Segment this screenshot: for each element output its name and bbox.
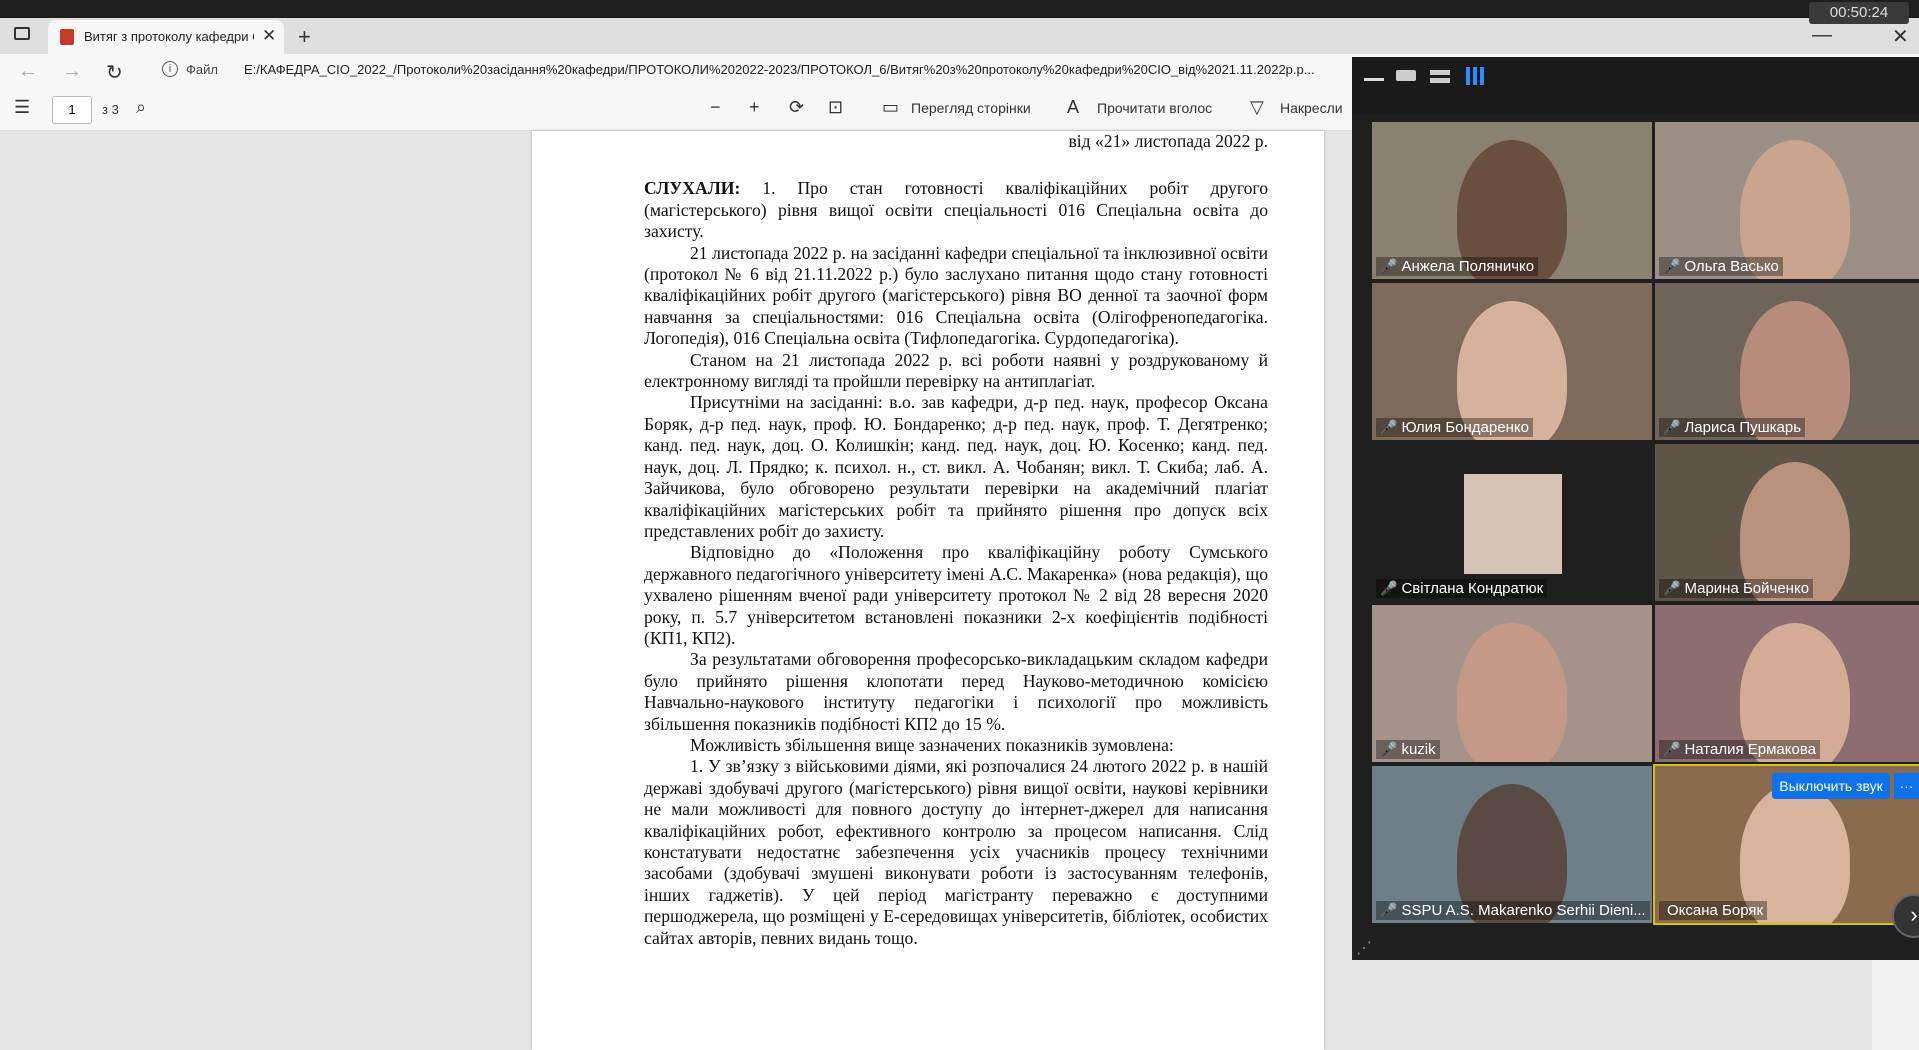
resize-grip-icon[interactable]: ⋰: [1356, 938, 1372, 958]
document-text: від «21» листопада 2022 р. СЛУХАЛИ: 1. П…: [644, 131, 1268, 949]
draw-button[interactable]: Накресли: [1280, 100, 1343, 116]
forward-icon[interactable]: →: [62, 60, 82, 83]
muted-mic-icon: 🎤: [1663, 580, 1681, 596]
participant-name-label: Юлия Бондаренко: [1401, 419, 1529, 436]
participant-tile[interactable]: 🎤 SSPU A.S. Makarenko Serhii Dieni...: [1372, 766, 1652, 923]
read-aloud-icon[interactable]: A: [1067, 97, 1079, 118]
muted-mic-icon: 🎤: [1380, 419, 1398, 435]
rotate-icon[interactable]: ⟳: [789, 97, 804, 118]
participant-name: 🎤 kuzik: [1376, 740, 1440, 759]
minimize-icon[interactable]: —: [1812, 24, 1832, 47]
paragraph: 1. У зв’язку з військовими діями, які ро…: [644, 756, 1268, 948]
muted-mic-icon: 🎤: [1380, 258, 1398, 274]
heard-label: СЛУХАЛИ:: [644, 178, 741, 199]
close-tab-icon[interactable]: ✕: [262, 26, 276, 46]
participant-name: 🎤 Марина Бойченко: [1659, 579, 1814, 598]
participant-name: 🎤 SSPU A.S. Makarenko Serhii Dieni...: [1376, 901, 1650, 920]
participant-tile[interactable]: 🎤 Ольга Васько: [1655, 122, 1919, 279]
new-tab-icon[interactable]: +: [298, 24, 311, 50]
gallery-toolbar: [1352, 57, 1919, 115]
muted-mic-icon: 🎤: [1663, 419, 1681, 435]
paragraph: За результатами обговорення професорсько…: [644, 649, 1268, 734]
search-icon[interactable]: ⌕: [136, 97, 146, 118]
paragraph-heard: СЛУХАЛИ: 1. Про стан готовності кваліфік…: [644, 178, 1268, 242]
page-number-input[interactable]: 1: [52, 96, 92, 124]
participant-tile[interactable]: 🎤 Марина Бойченко: [1655, 444, 1919, 601]
paragraph: Можливість збільшення вище зазначених по…: [690, 734, 1174, 755]
info-icon[interactable]: i: [162, 61, 178, 77]
zoom-out-icon[interactable]: −: [710, 97, 721, 118]
muted-mic-icon: 🎤: [1663, 741, 1681, 757]
reload-icon[interactable]: ↻: [106, 60, 123, 85]
contents-icon[interactable]: ☰: [14, 97, 30, 118]
participant-tile[interactable]: 🎤 kuzik: [1372, 605, 1652, 762]
paragraph: Присутніми на засіданні: в.о. зав кафедр…: [644, 392, 1268, 541]
participant-name: 🎤 Наталия Ермакова: [1659, 740, 1820, 759]
participant-name: 🎤 Світлана Кондратюк: [1376, 579, 1548, 598]
minimize-view-icon[interactable]: [1364, 78, 1384, 81]
participant-name-label: Наталия Ермакова: [1684, 741, 1816, 758]
top-strip: [0, 0, 1919, 18]
speaker-view-icon[interactable]: [1396, 70, 1416, 81]
tab-title: Витяг з протоколу кафедри СІО: [84, 29, 254, 44]
participant-tile[interactable]: 🎤 Юлия Бондаренко: [1372, 283, 1652, 440]
participant-name-label: Марина Бойченко: [1684, 580, 1810, 597]
participant-tile[interactable]: 🎤 Анжела Поляничко: [1372, 122, 1652, 279]
participant-name-label: Анжела Поляничко: [1401, 258, 1535, 275]
page-view-button[interactable]: Перегляд сторінки: [911, 100, 1031, 116]
muted-mic-icon: 🎤: [1380, 741, 1398, 757]
strip-view-icon[interactable]: [1430, 70, 1450, 83]
participant-name-label: Ольга Васько: [1684, 258, 1779, 275]
address-bar[interactable]: E:/КАФЕДРА_СІО_2022_/Протоколи%20засідан…: [244, 62, 1354, 77]
participant-video: [1464, 474, 1562, 574]
tab-active[interactable]: Витяг з протоколу кафедри СІО ✕: [48, 20, 284, 54]
paragraph: Станом на 21 листопада 2022 р. всі робот…: [644, 349, 1268, 392]
back-icon[interactable]: ←: [18, 60, 38, 83]
participant-name: Оксана Боряк: [1659, 901, 1768, 920]
gallery-view-icon[interactable]: [1466, 67, 1484, 85]
paragraph: Відповідно до «Положення про кваліфікаці…: [644, 542, 1268, 648]
participant-name-label: Оксана Боряк: [1667, 902, 1764, 919]
tab-bar: [0, 18, 1919, 54]
participant-tile[interactable]: 🎤 Лариса Пушкарь: [1655, 283, 1919, 440]
recording-timer: 00:50:24: [1809, 2, 1909, 24]
paragraph: 21 листопада 2022 р. на засіданні кафедр…: [644, 242, 1268, 349]
more-options-button[interactable]: ···: [1894, 773, 1919, 799]
tab-actions-icon[interactable]: [14, 27, 30, 40]
page-view-icon[interactable]: ▭: [882, 97, 899, 118]
muted-mic-icon: 🎤: [1380, 902, 1398, 918]
participant-name: 🎤 Ольга Васько: [1659, 257, 1783, 276]
participant-name-label: kuzik: [1401, 741, 1436, 758]
participant-name: 🎤 Лариса Пушкарь: [1659, 418, 1806, 437]
participant-name-label: Світлана Кондратюк: [1401, 580, 1544, 597]
participant-video: [1457, 623, 1567, 762]
participant-name: 🎤 Юлия Бондаренко: [1376, 418, 1533, 437]
zoom-in-icon[interactable]: +: [749, 97, 760, 118]
participant-name-label: SSPU A.S. Makarenko Serhii Dieni...: [1401, 902, 1646, 919]
muted-mic-icon: 🎤: [1380, 580, 1398, 596]
close-window-icon[interactable]: ✕: [1892, 24, 1909, 49]
muted-mic-icon: 🎤: [1663, 258, 1681, 274]
page-total: з 3: [102, 102, 119, 117]
draw-icon[interactable]: ▽: [1250, 97, 1264, 118]
date-line: від «21» листопада 2022 р.: [1068, 131, 1268, 151]
pdf-icon: [60, 29, 74, 45]
participant-tile[interactable]: 🎤 Світлана Кондратюк: [1372, 444, 1652, 601]
side-panel-strip: [1872, 960, 1919, 1050]
participant-name: 🎤 Анжела Поляничко: [1376, 257, 1539, 276]
read-aloud-button[interactable]: Прочитати вголос: [1097, 100, 1212, 116]
address-scheme: Файл: [186, 62, 218, 77]
fit-page-icon[interactable]: ⊡: [828, 97, 843, 118]
unmute-button[interactable]: Выключить звук: [1772, 773, 1890, 799]
participant-name-label: Лариса Пушкарь: [1684, 419, 1802, 436]
participant-tile[interactable]: 🎤 Наталия Ермакова: [1655, 605, 1919, 762]
